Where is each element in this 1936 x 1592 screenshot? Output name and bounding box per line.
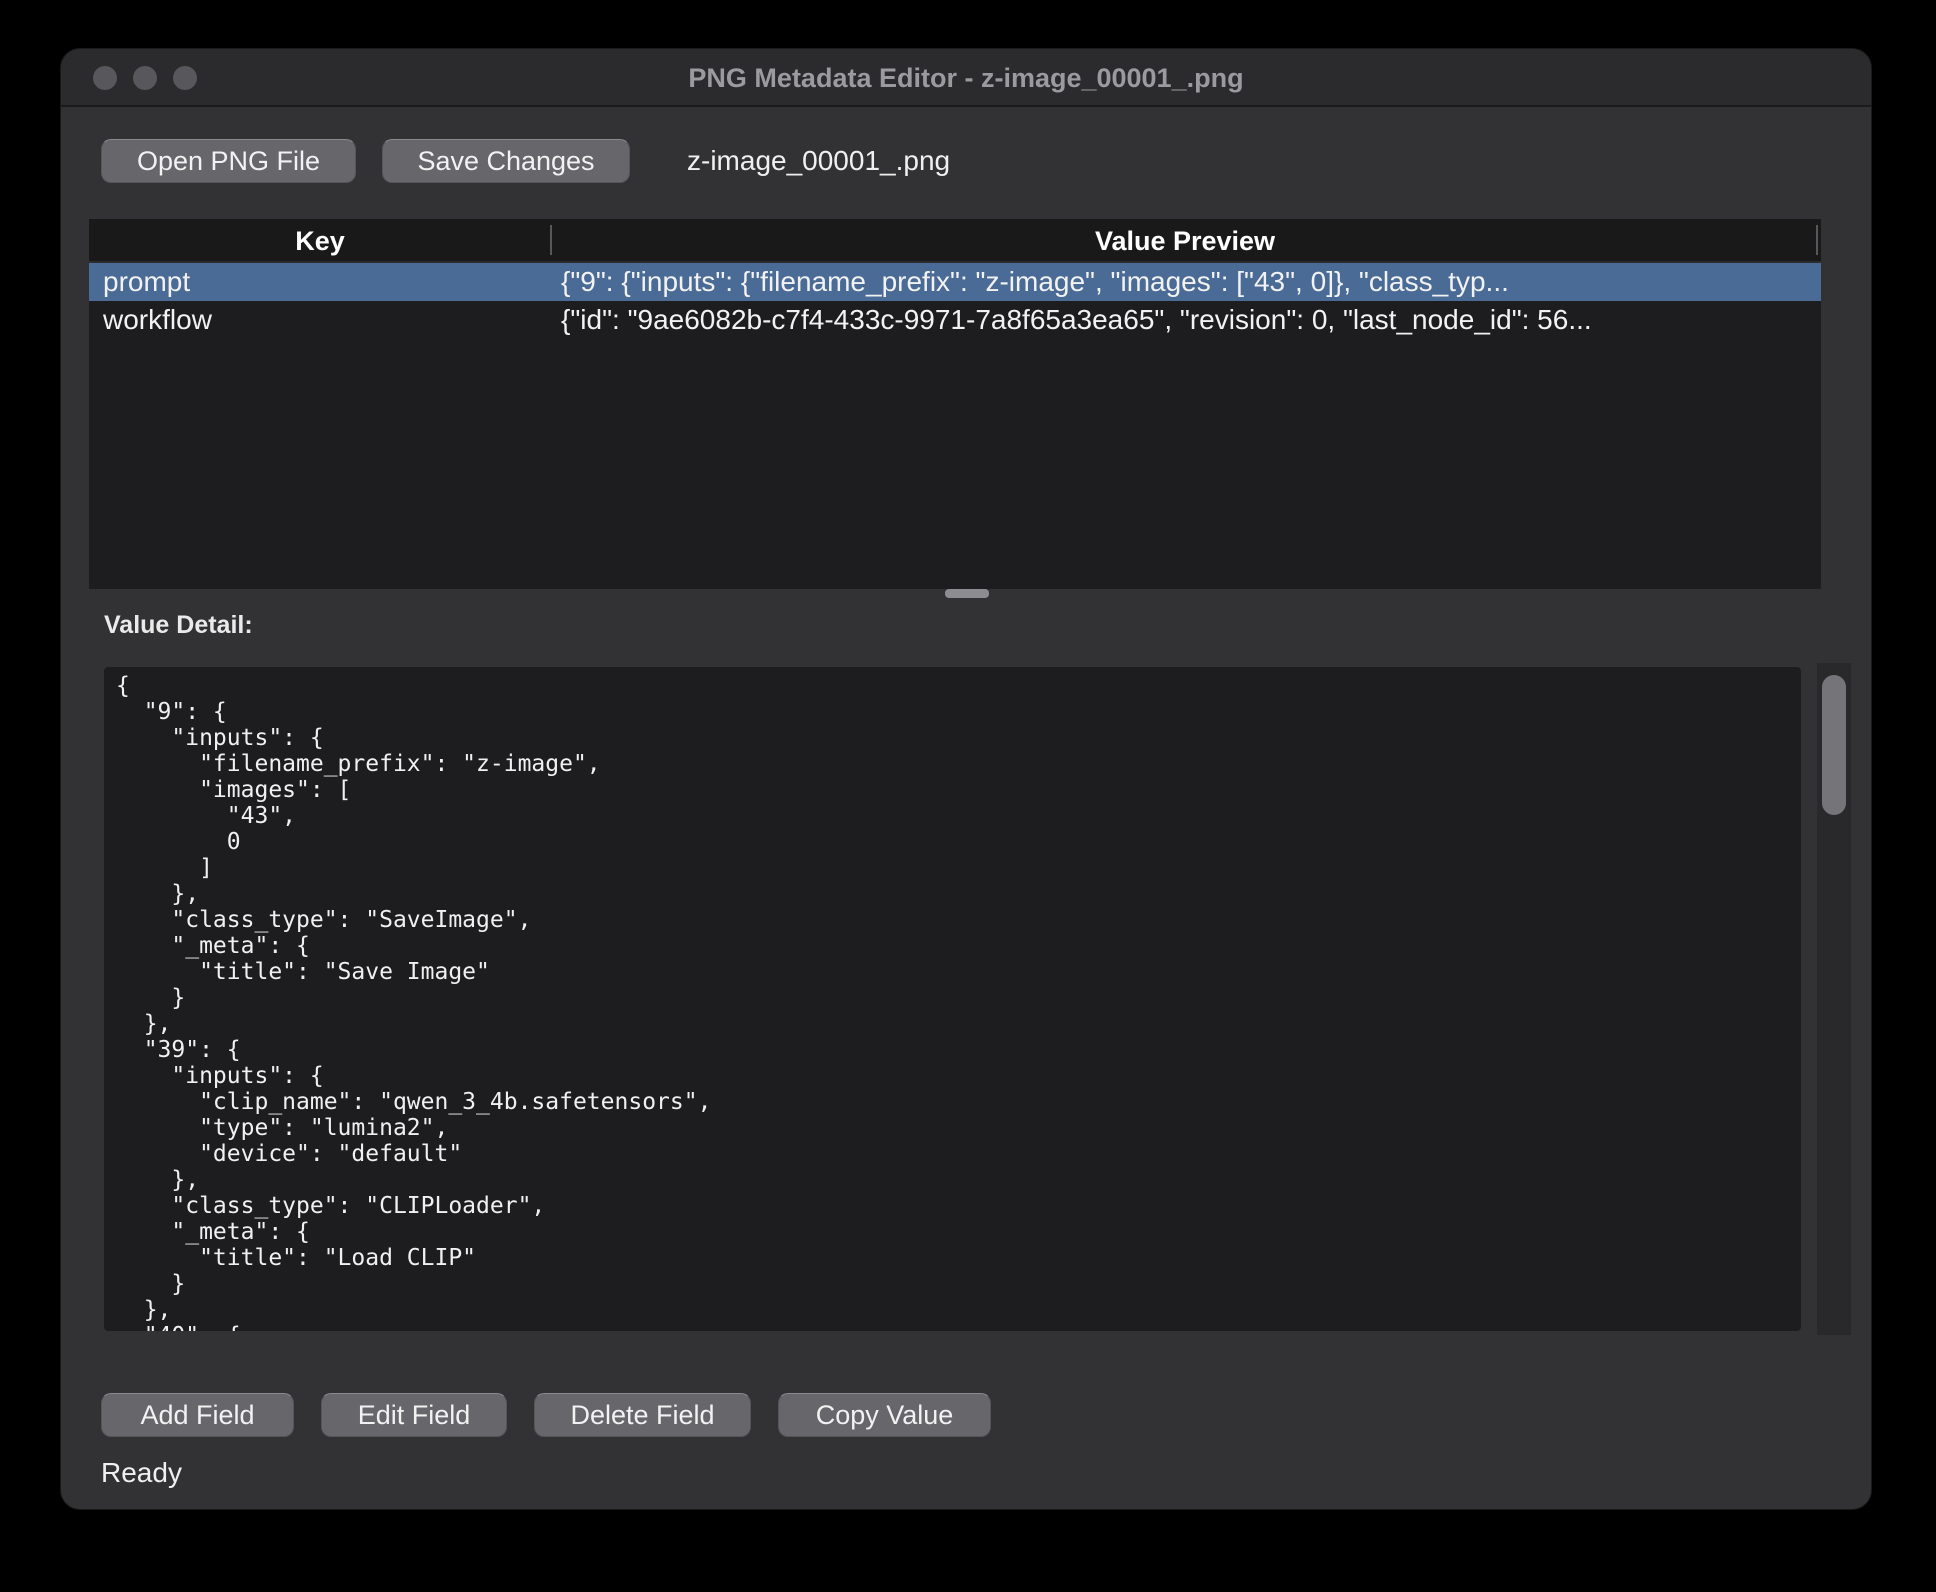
column-divider-right (1816, 225, 1818, 255)
table-header: Key Value Preview (89, 219, 1821, 263)
value-detail-label: Value Detail: (104, 611, 253, 640)
metadata-table[interactable]: Key Value Preview prompt {"9": {"inputs"… (89, 219, 1821, 589)
window-title: PNG Metadata Editor - z-image_00001_.png (61, 49, 1871, 107)
detail-scrollbar-thumb[interactable] (1822, 675, 1846, 815)
detail-scrollbar-track[interactable] (1817, 663, 1851, 1335)
current-filename-label: z-image_00001_.png (687, 139, 950, 183)
column-divider[interactable] (550, 225, 552, 255)
row-value-preview-cell: {"id": "9ae6082b-c7f4-433c-9971-7a8f65a3… (551, 304, 1821, 336)
copy-value-button[interactable]: Copy Value (778, 1393, 991, 1437)
table-row-workflow[interactable]: workflow {"id": "9ae6082b-c7f4-433c-9971… (89, 301, 1821, 339)
splitter-handle[interactable] (945, 589, 989, 598)
edit-field-button[interactable]: Edit Field (321, 1393, 507, 1437)
value-detail-text: { "9": { "inputs": { "filename_prefix": … (116, 673, 1789, 1331)
save-changes-button[interactable]: Save Changes (382, 139, 630, 183)
add-field-button[interactable]: Add Field (101, 1393, 294, 1437)
row-value-preview-cell: {"9": {"inputs": {"filename_prefix": "z-… (551, 266, 1821, 298)
row-key-cell: prompt (89, 266, 551, 298)
title-bar[interactable]: PNG Metadata Editor - z-image_00001_.png (61, 49, 1871, 107)
column-header-key[interactable]: Key (89, 219, 551, 263)
status-bar-text: Ready (101, 1457, 182, 1489)
open-png-file-button[interactable]: Open PNG File (101, 139, 356, 183)
value-detail-editor[interactable]: { "9": { "inputs": { "filename_prefix": … (104, 667, 1801, 1331)
table-row-prompt[interactable]: prompt {"9": {"inputs": {"filename_prefi… (89, 263, 1821, 301)
row-key-cell: workflow (89, 304, 551, 336)
app-window: PNG Metadata Editor - z-image_00001_.png… (60, 48, 1872, 1510)
delete-field-button[interactable]: Delete Field (534, 1393, 751, 1437)
column-header-value-preview[interactable]: Value Preview (551, 219, 1819, 263)
